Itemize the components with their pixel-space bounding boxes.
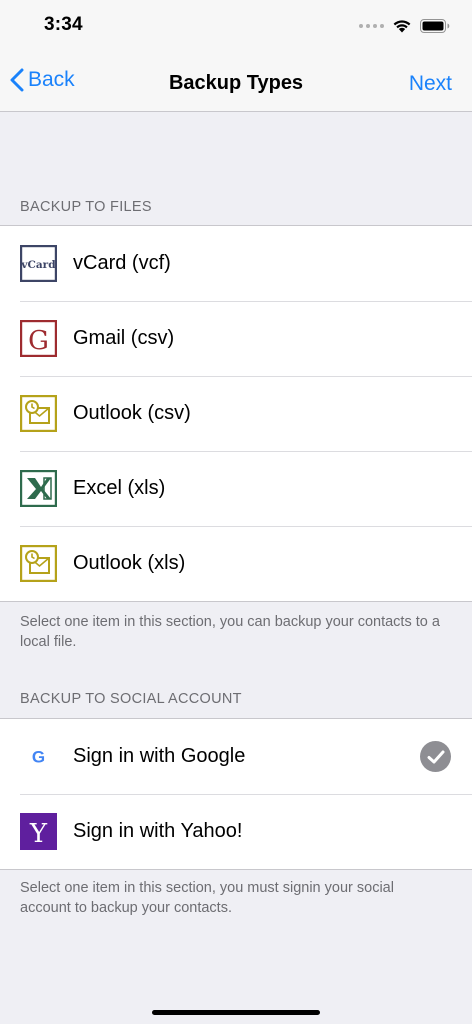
list-item-label: Excel (xls) bbox=[73, 477, 166, 499]
social-section-header: BACKUP TO SOCIAL ACCOUNT bbox=[20, 691, 242, 707]
files-section-footer: Select one item in this section, you can… bbox=[20, 614, 440, 650]
google-icon: G bbox=[20, 738, 57, 775]
list-item-gmail[interactable]: G Gmail (csv) bbox=[0, 301, 472, 376]
gmail-icon: G bbox=[20, 320, 57, 357]
status-bar: 3:34 bbox=[0, 0, 472, 56]
vcard-icon: vCard bbox=[20, 245, 57, 282]
list-item-outlook-csv[interactable]: Outlook (csv) bbox=[0, 376, 472, 451]
social-section-footer: Select one item in this section, you mus… bbox=[20, 880, 394, 916]
yahoo-icon: Y bbox=[20, 813, 57, 850]
home-indicator[interactable] bbox=[152, 1010, 320, 1015]
page-title: Backup Types bbox=[168, 72, 304, 94]
svg-text:vCard: vCard bbox=[20, 259, 56, 271]
svg-text:G: G bbox=[28, 326, 49, 356]
svg-text:Y: Y bbox=[29, 819, 48, 849]
files-section-header: BACKUP TO FILES bbox=[20, 199, 152, 215]
list-item-outlook-xls[interactable]: Outlook (xls) bbox=[0, 526, 472, 601]
status-indicators bbox=[359, 18, 450, 33]
next-button[interactable]: Next bbox=[409, 72, 452, 96]
list-item-google[interactable]: G Sign in with Google bbox=[0, 719, 472, 794]
files-list: vCard vCard (vcf) G Gmail (csv) Outlook … bbox=[0, 225, 472, 602]
list-item-label: Outlook (xls) bbox=[73, 552, 186, 574]
excel-icon bbox=[20, 470, 57, 507]
navigation-bar: Back Backup Types Next bbox=[0, 56, 472, 112]
outlook-icon bbox=[20, 395, 57, 432]
checkmark-icon bbox=[420, 741, 451, 772]
list-item-label: Gmail (csv) bbox=[73, 327, 175, 349]
list-item-label: Sign in with Google bbox=[73, 745, 246, 767]
list-item-yahoo[interactable]: Y Sign in with Yahoo! bbox=[0, 794, 472, 869]
outlook-icon bbox=[20, 545, 57, 582]
list-item-label: Sign in with Yahoo! bbox=[73, 820, 243, 842]
list-item-vcard[interactable]: vCard vCard (vcf) bbox=[0, 226, 472, 301]
status-time: 3:34 bbox=[44, 14, 83, 35]
list-item-excel[interactable]: Excel (xls) bbox=[0, 451, 472, 526]
wifi-icon bbox=[393, 20, 411, 33]
cellular-signal-icon bbox=[359, 23, 384, 28]
list-item-label: Outlook (csv) bbox=[73, 402, 191, 424]
social-list: G Sign in with Google Y Sign in with Yah… bbox=[0, 718, 472, 870]
list-item-label: vCard (vcf) bbox=[73, 252, 171, 274]
battery-icon bbox=[420, 18, 450, 33]
